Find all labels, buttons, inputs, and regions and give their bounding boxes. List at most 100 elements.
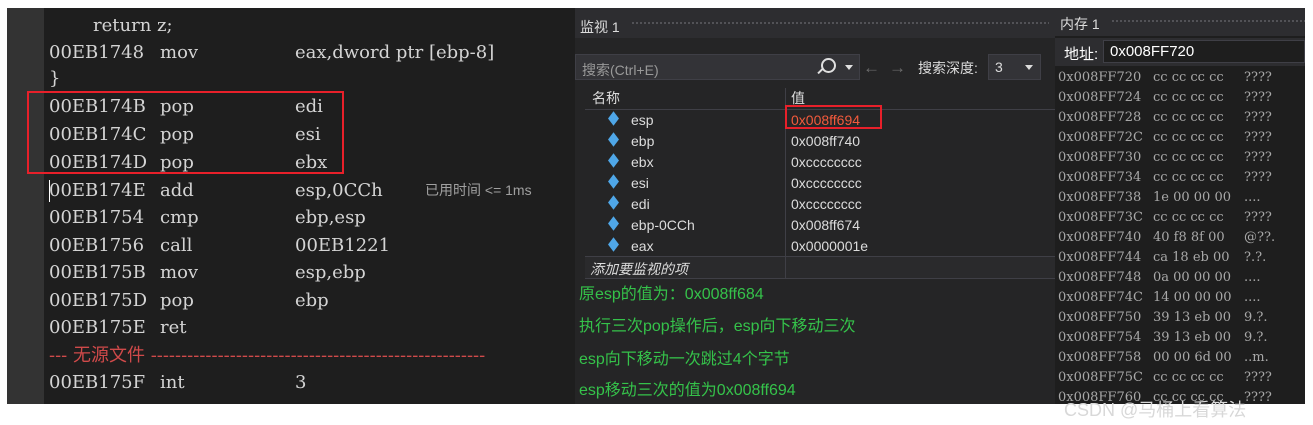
variable-icon (608, 195, 619, 210)
memory-text: ???? (1244, 210, 1272, 225)
asm-address: 00EB1748 (49, 42, 145, 63)
memory-text: ?.?. (1244, 250, 1267, 265)
search-depth-value: 3 (995, 59, 1003, 75)
asm-operands: 3 (295, 372, 307, 393)
watch-row-eax[interactable]: eax 0x0000001e (585, 236, 1055, 257)
asm-operands: eax,dword ptr [ebp-8] (295, 42, 495, 63)
asm-opcode: pop (160, 290, 194, 311)
memory-bytes: 00 00 6d 00 (1153, 350, 1232, 365)
watch-name: esp (631, 112, 654, 128)
watch-search-bar: 搜索(Ctrl+E) ← → 搜索深度: 3 (575, 54, 1041, 80)
asm-opcode: cmp (160, 207, 199, 228)
memory-bytes: 39 13 eb 00 (1153, 330, 1232, 345)
memory-address: 0x008FF754 (1058, 330, 1142, 345)
source-brace: } (49, 68, 61, 89)
memory-address: 0x008FF73C (1058, 210, 1143, 225)
asm-opcode: call (160, 235, 193, 256)
memory-address: 0x008FF720 (1058, 70, 1142, 85)
variable-icon (608, 174, 619, 189)
memory-text: ???? (1244, 70, 1272, 85)
watch-row-esi[interactable]: esi 0xcccccccc (585, 173, 1055, 194)
memory-text: ???? (1244, 170, 1272, 185)
memory-address-bar: 地址: 0x008FF720 (1055, 38, 1305, 66)
memory-address: 0x008FF758 (1058, 350, 1142, 365)
memory-bytes: cc cc cc cc (1153, 210, 1224, 225)
asm-address: 00EB175B (49, 262, 146, 283)
add-watch-placeholder: 添加要监视的项 (590, 261, 688, 277)
variable-icon (608, 237, 619, 252)
variable-icon (608, 111, 619, 126)
memory-address: 0x008FF738 (1058, 190, 1142, 205)
search-options-chevron-down-icon[interactable] (845, 65, 853, 70)
search-prev-arrow-icon[interactable]: ← (863, 58, 880, 78)
memory-address: 0x008FF74C (1058, 290, 1143, 305)
watch-value[interactable]: 0xcccccccc (791, 154, 862, 170)
search-next-arrow-icon[interactable]: → (889, 58, 906, 78)
memory-text: ???? (1244, 90, 1272, 105)
memory-text: 9.?. (1244, 310, 1268, 325)
memory-bytes: 1e 00 00 00 (1153, 190, 1231, 205)
title-grip (1111, 19, 1305, 24)
watch-value[interactable]: 0xcccccccc (791, 196, 862, 212)
asm-address: 00EB1754 (49, 207, 145, 228)
memory-address: 0x008FF75C (1058, 370, 1143, 385)
memory-address: 0x008FF724 (1058, 90, 1142, 105)
memory-bytes: cc cc cc cc (1153, 150, 1224, 165)
variable-icon (608, 216, 619, 231)
watch-name: ebp (631, 133, 655, 149)
memory-text: ???? (1244, 110, 1272, 125)
memory-text: .... (1244, 290, 1261, 305)
elapsed-time-tip: 已用时间 <= 1ms (425, 182, 532, 198)
memory-text: .... (1244, 190, 1261, 205)
asm-operands: esp,ebp (295, 262, 366, 283)
variable-icon (608, 153, 619, 168)
disassembly-panel[interactable]: return z; 00EB1748 mov eax,dword ptr [eb… (7, 8, 575, 404)
watch-value[interactable]: 0xcccccccc (791, 175, 862, 191)
watch-name: edi (631, 196, 650, 212)
variable-icon (608, 132, 619, 147)
title-grip (631, 21, 1049, 26)
memory-title: 内存 1 (1060, 16, 1100, 32)
memory-bytes: cc cc cc cc (1153, 170, 1224, 185)
memory-address: 0x008FF748 (1058, 270, 1142, 285)
search-depth-label: 搜索深度: (918, 60, 978, 76)
address-input[interactable]: 0x008FF720 (1103, 40, 1305, 63)
memory-address: 0x008FF744 (1058, 250, 1142, 265)
memory-text: ???? (1244, 150, 1272, 165)
asm-address: 00EB175E (49, 317, 146, 338)
search-depth-select[interactable]: 3 (988, 54, 1041, 80)
memory-panel[interactable]: 内存 1 地址: 0x008FF720 0x008FF720 cc cc cc c… (1055, 8, 1305, 404)
watch-title: 监视 1 (580, 19, 620, 35)
memory-title-bar[interactable]: 内存 1 (1055, 8, 1305, 36)
watch-row-edi[interactable]: edi 0xcccccccc (585, 194, 1055, 215)
memory-address: 0x008FF728 (1058, 110, 1142, 125)
watch-title-bar[interactable]: 监视 1 (575, 8, 1055, 38)
no-source-divider: --- 无源文件 -------------------------------… (7, 342, 575, 369)
watch-name: ebp-0CCh (631, 217, 695, 233)
annotation-note: 执行三次pop操作后，esp向下移动三次 (579, 318, 856, 335)
address-value: 0x008FF720 (1110, 43, 1195, 60)
asm-address: 00EB174E (49, 180, 146, 201)
column-header-name[interactable]: 名称 (592, 88, 620, 108)
watch-row-ebx[interactable]: ebx 0xcccccccc (585, 152, 1055, 173)
memory-bytes: cc cc cc cc (1153, 90, 1224, 105)
asm-opcode: mov (160, 262, 199, 283)
memory-bytes: ca 18 eb 00 (1153, 250, 1230, 265)
memory-address: 0x008FF740 (1058, 230, 1142, 245)
asm-opcode: int (160, 372, 185, 393)
annotation-note: esp移动三次的值为0x008ff694 (579, 382, 796, 399)
watch-search-input[interactable]: 搜索(Ctrl+E) (575, 54, 860, 80)
watch-panel[interactable]: 监视 1 搜索(Ctrl+E) ← → 搜索深度: 3 名称 值 esp 0x0… (575, 8, 1055, 404)
asm-address: 00EB1756 (49, 235, 145, 256)
watch-row-ebp-0cch[interactable]: ebp-0CCh 0x008ff674 (585, 215, 1055, 236)
asm-operands: esp,0CCh (295, 180, 383, 201)
asm-opcode: mov (160, 42, 199, 63)
add-watch-row[interactable]: 添加要监视的项 (585, 256, 1055, 279)
memory-bytes: 39 13 eb 00 (1153, 310, 1232, 325)
watch-value[interactable]: 0x008ff674 (791, 217, 860, 233)
search-icon[interactable] (821, 58, 836, 73)
watch-row-ebp[interactable]: ebp 0x008ff740 (585, 131, 1055, 152)
watch-value[interactable]: 0x0000001e (791, 238, 868, 254)
watch-value[interactable]: 0x008ff740 (791, 133, 860, 149)
memory-text: .... (1244, 270, 1261, 285)
